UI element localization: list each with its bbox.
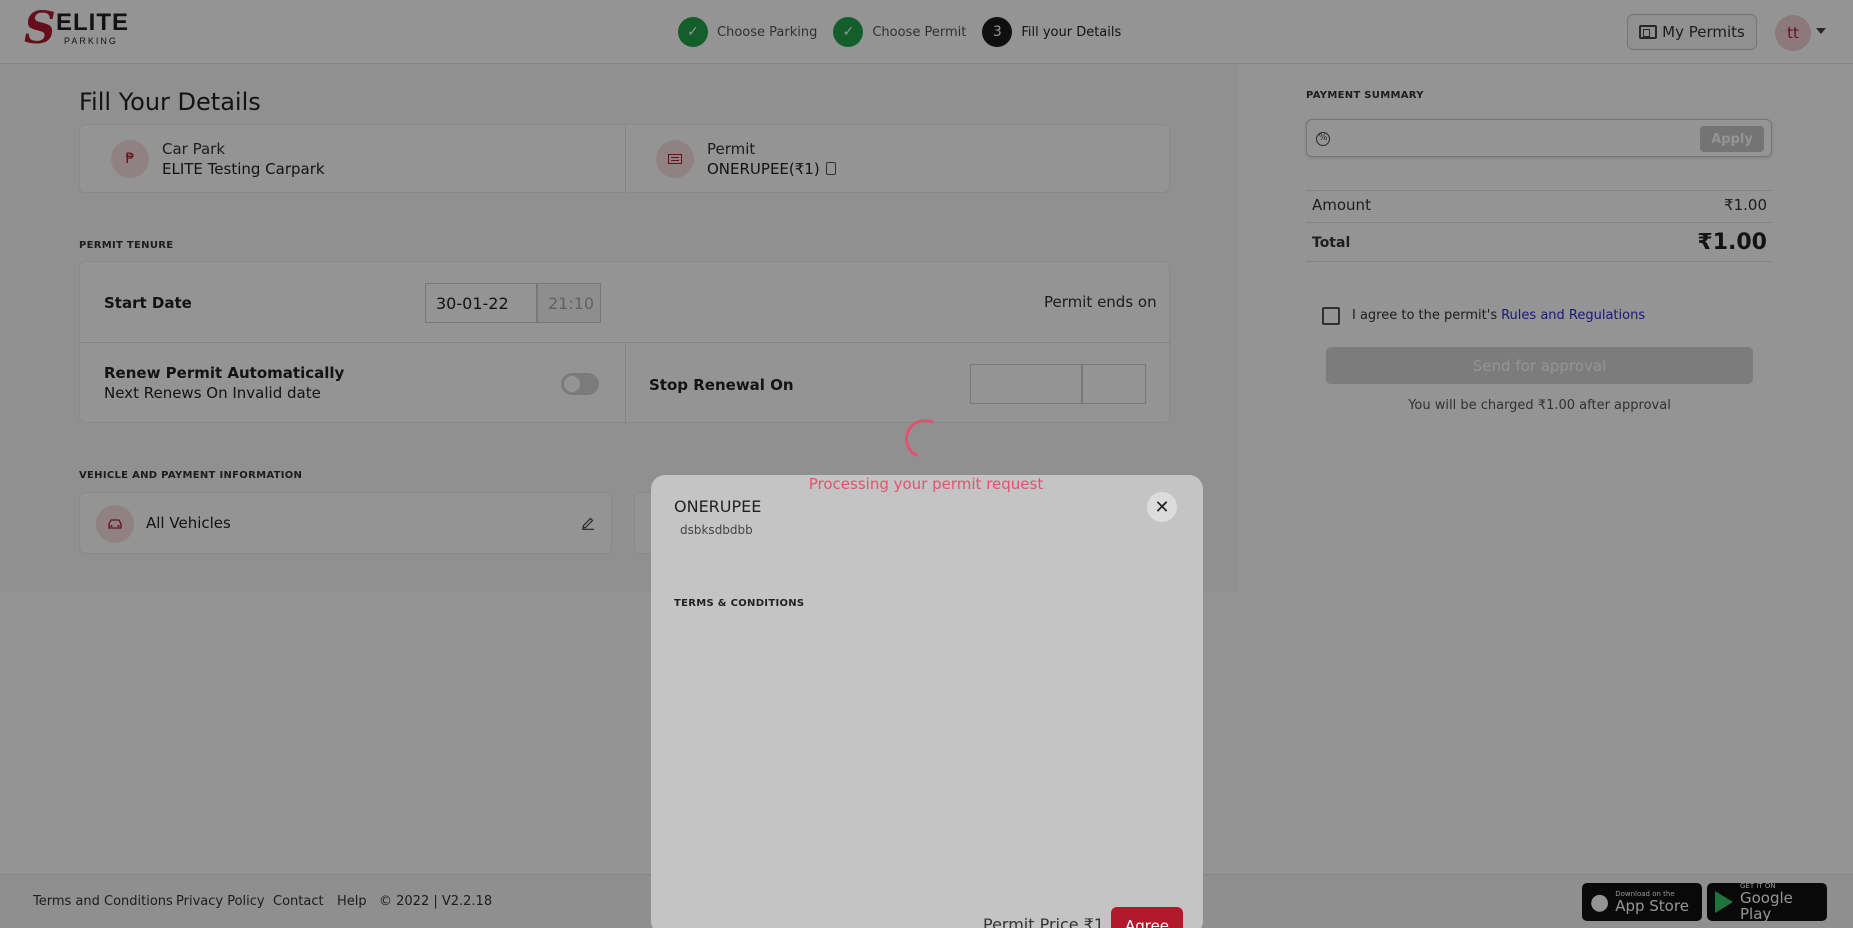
modal-title: ONERUPEE (674, 497, 762, 516)
terms-conditions-heading: TERMS & CONDITIONS (674, 598, 805, 609)
agree-button[interactable]: Agree (1111, 907, 1183, 928)
processing-message: Processing your permit request (808, 475, 1044, 493)
permit-price-label: Permit Price ₹1 (983, 915, 1105, 928)
close-icon[interactable]: ✕ (1147, 492, 1177, 522)
permit-terms-modal: ONERUPEE dsbksdbdbb ✕ TERMS & CONDITIONS… (651, 475, 1203, 928)
modal-subtitle: dsbksdbdbb (680, 523, 753, 537)
